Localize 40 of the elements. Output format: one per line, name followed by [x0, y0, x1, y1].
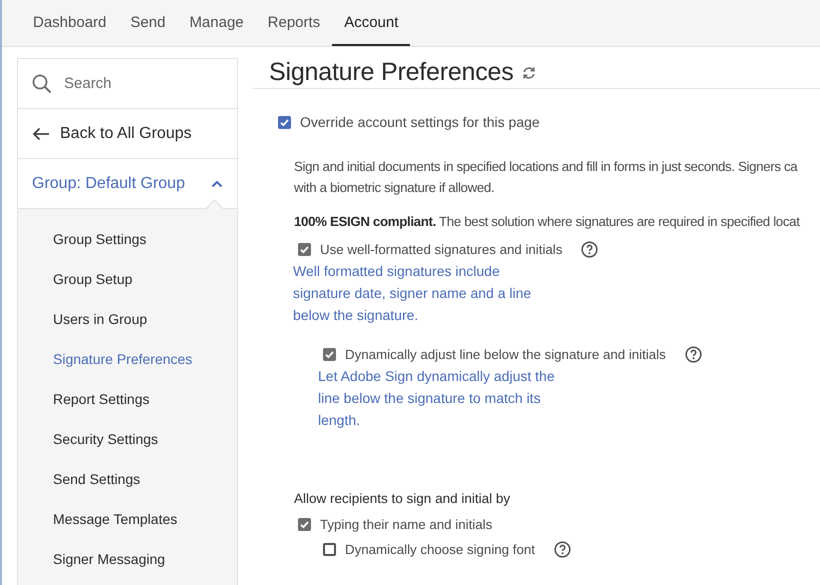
search-icon [32, 74, 52, 94]
nav-tab[interactable]: Dashboard [21, 0, 118, 46]
checkbox[interactable] [323, 348, 336, 361]
sidebar-item[interactable]: Signer Messaging [53, 539, 237, 579]
checkbox-label: Typing their name and initials [320, 516, 492, 532]
hint-text: Let Adobe Sign dynamically adjust the line below the signature to match its length. [318, 367, 556, 430]
description-text: Sign and initial documents in specified locations and fill in forms in just seconds. Signers ca [294, 158, 799, 176]
page-title: Signature Preferences [269, 58, 514, 87]
checkbox-label: Dynamically adjust line below the signature and initials [345, 347, 666, 362]
nav-tab[interactable]: Reports [256, 0, 332, 46]
nav-tab[interactable]: Account [332, 0, 410, 46]
nav-tab[interactable]: Manage [177, 0, 256, 46]
search-bar[interactable]: Search [18, 59, 237, 109]
hint-text: Well formatted signatures include signature date, signer name and a line below the signature. [293, 262, 532, 325]
sidebar-item[interactable]: Signature Preferences [53, 339, 237, 379]
help-icon[interactable] [581, 241, 598, 258]
search-field[interactable]: Search [62, 74, 223, 93]
checkbox-label: Dynamically choose signing font [345, 542, 535, 556]
sidebar-item[interactable]: Send Settings [53, 459, 237, 499]
section-heading: Allow recipients to sign and initial by [294, 491, 512, 506]
refresh-icon[interactable] [522, 66, 536, 80]
checkbox[interactable] [323, 542, 336, 556]
checkbox[interactable] [298, 243, 311, 256]
nav-tab[interactable]: Send [118, 0, 178, 46]
sidebar-item[interactable]: Message Templates [53, 499, 237, 539]
sidebar-item[interactable]: Users in Group [53, 299, 237, 339]
checkbox-label: Override account settings for this page [300, 114, 540, 130]
arrow-left-icon [32, 126, 50, 140]
back-link[interactable]: Back to All Groups [18, 109, 237, 159]
sidebar-item[interactable]: Group Setup [53, 259, 237, 299]
description-text: with a biometric signature if allowed. [294, 179, 496, 197]
checkbox-label: Use well-formatted signatures and initials [320, 242, 562, 257]
compliance-text: 100% ESIGN compliant. The best solution where signatures are required in specified locat [294, 214, 801, 229]
sidebar-item[interactable]: Report Settings [53, 379, 237, 419]
sidebar-item[interactable]: Group Settings [53, 219, 237, 259]
help-icon[interactable] [554, 540, 571, 558]
checkbox[interactable] [298, 518, 311, 530]
help-icon[interactable] [684, 346, 702, 363]
checkbox[interactable] [278, 116, 291, 128]
sidebar-item[interactable]: Security Settings [53, 419, 237, 459]
